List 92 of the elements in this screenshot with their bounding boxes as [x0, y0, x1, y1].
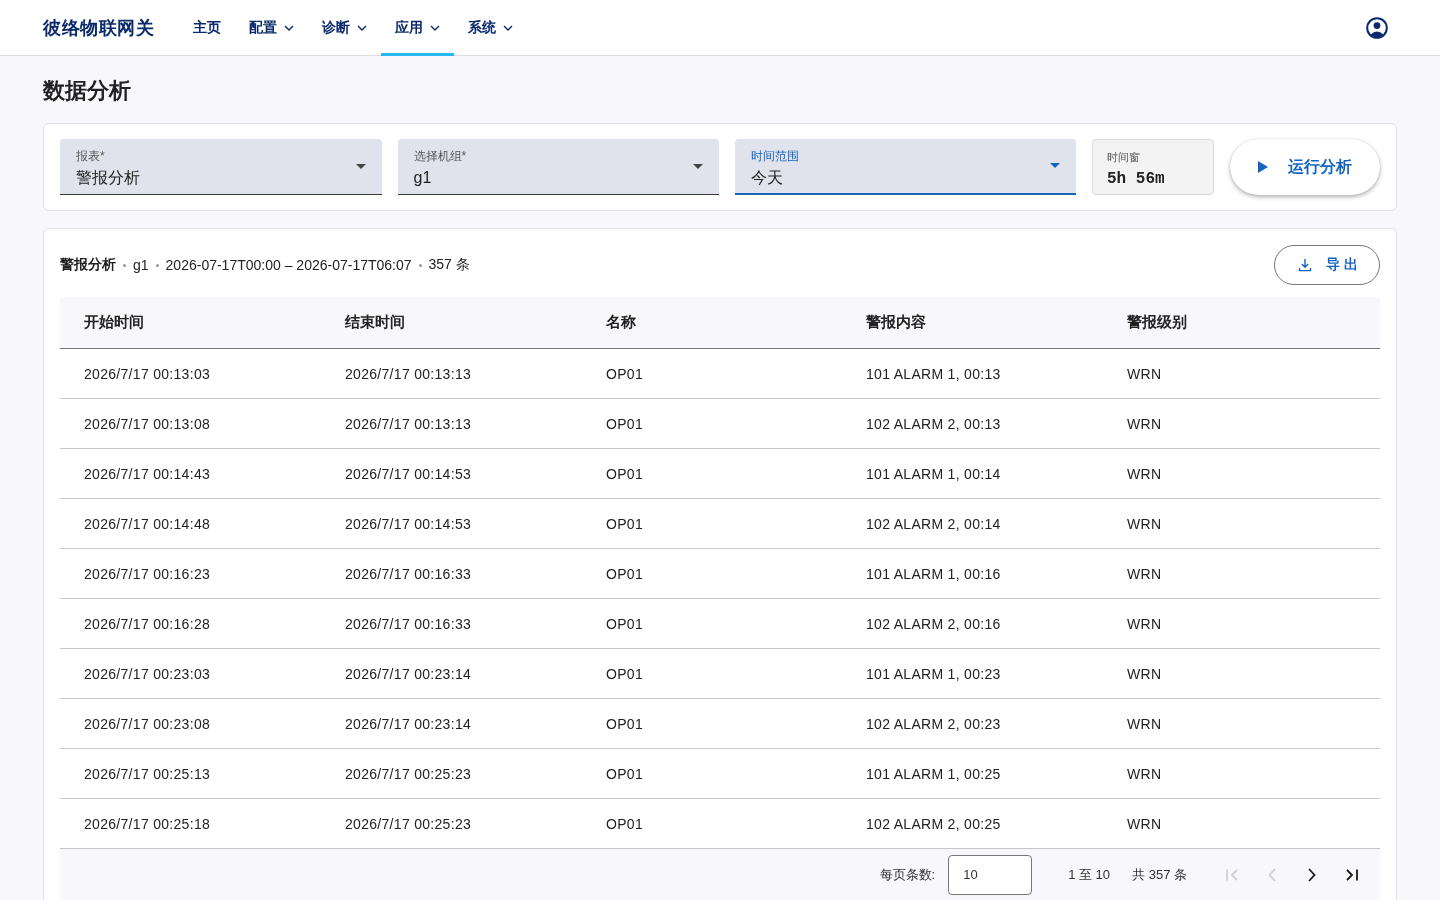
table-cell-text: 2026/7/17 00:23:08 [83, 715, 212, 732]
table-cell-text: 2026/7/17 00:14:53 [344, 465, 473, 482]
page-size-select[interactable]: 10 [948, 854, 1033, 895]
page-title: 数据分析 [43, 77, 132, 105]
table-cell-text: WRN [1126, 565, 1163, 582]
table-cell-text: 2026/7/17 00:14:53 [344, 515, 473, 532]
field-value: 今天 [751, 167, 785, 188]
column-header: 名称 [605, 313, 637, 332]
group-name: g1 [133, 257, 149, 273]
table-cell-text: 2026/7/17 00:13:13 [344, 365, 473, 382]
table-cell-text: 101 ALARM 1, 00:23 [865, 665, 1002, 682]
play-icon [1258, 161, 1268, 173]
field-label: 时间窗 [1107, 150, 1141, 165]
table-cell-text: 2026/7/17 00:25:13 [83, 765, 212, 782]
table-cell-text: 102 ALARM 2, 00:16 [865, 615, 1002, 632]
table-cell-text: 101 ALARM 1, 00:16 [865, 565, 1002, 582]
table-cell-text: OP01 [605, 415, 644, 432]
table-cell-text: 2026/7/17 00:16:33 [344, 615, 473, 632]
field-value: 5h 56m [1107, 169, 1166, 190]
nav-menu-item[interactable]: 应用 [381, 0, 454, 56]
table-cell-text: 102 ALARM 2, 00:25 [865, 815, 1002, 832]
total-count: 共 357 条 [1132, 865, 1187, 884]
table-cell-text: 102 ALARM 2, 00:14 [865, 515, 1002, 532]
report-name: 警报分析 [60, 256, 116, 274]
table-cell-text: 2026/7/17 00:23:14 [344, 665, 473, 682]
table-cell-text: 102 ALARM 2, 00:13 [865, 415, 1002, 432]
table-cell-text: OP01 [605, 565, 644, 582]
table-cell-text: OP01 [605, 815, 644, 832]
table-cell-text: OP01 [605, 365, 644, 382]
table-cell-text: WRN [1126, 615, 1163, 632]
separator-dot-icon [155, 263, 159, 267]
table-cell-text: OP01 [605, 765, 644, 782]
table-cell-text: 2026/7/17 00:14:48 [83, 515, 212, 532]
table-cell-text: 101 ALARM 1, 00:13 [865, 365, 1002, 382]
table-cell-text: 101 ALARM 1, 00:14 [865, 465, 1002, 482]
page-size-label: 每页条数: [879, 865, 936, 884]
column-header: 结束时间 [344, 313, 406, 332]
table-cell-text: WRN [1126, 815, 1163, 832]
user-account-icon[interactable] [1366, 16, 1388, 39]
nav-menu-item[interactable]: 诊断 [308, 0, 381, 56]
table-cell-text: 2026/7/17 00:23:03 [83, 665, 212, 682]
field-label: 选择机组* [413, 148, 468, 164]
dropdown-arrow-icon [693, 163, 704, 169]
table-cell-text: 101 ALARM 1, 00:25 [865, 765, 1002, 782]
table-cell-text: 2026/7/17 00:13:13 [344, 415, 473, 432]
select-field[interactable]: 报表* 警报分析 [60, 139, 382, 195]
table-cell-text: 2026/7/17 00:25:18 [83, 815, 212, 832]
run-analysis-button[interactable]: 运行分析 [1230, 139, 1380, 195]
table-cell-text: 2026/7/17 00:16:28 [83, 615, 212, 632]
table-cell-text: WRN [1126, 665, 1163, 682]
table-cell-text: WRN [1126, 715, 1163, 732]
dropdown-arrow-icon [355, 163, 366, 169]
table-cell-text: 2026/7/17 00:14:43 [83, 465, 212, 482]
column-header: 警报级别 [1126, 313, 1188, 332]
time-range: 2026-07-17T00:00 – 2026-07-17T06:07 [165, 257, 412, 273]
dropdown-arrow-icon [1050, 163, 1060, 168]
table-cell-text: 2026/7/17 00:25:23 [344, 815, 473, 832]
table-cell-text: OP01 [605, 465, 644, 482]
field-value: 警报分析 [76, 168, 141, 188]
field-value: g1 [413, 168, 433, 188]
table-cell-text: 2026/7/17 00:23:14 [344, 715, 473, 732]
column-header: 警报内容 [865, 313, 927, 332]
table-cell-text: OP01 [605, 515, 644, 532]
field-label: 报表* [76, 148, 106, 164]
separator-dot-icon [418, 263, 422, 267]
select-field[interactable]: 时间范围 今天 [735, 139, 1076, 195]
table-cell-text: OP01 [605, 715, 644, 732]
separator-dot-icon [123, 263, 126, 267]
page-range: 1 至 10 [1068, 865, 1111, 884]
download-icon [1298, 258, 1312, 272]
table-cell-text: WRN [1126, 765, 1163, 782]
table-cell-text: 2026/7/17 00:13:08 [83, 415, 212, 432]
table-cell-text: WRN [1126, 415, 1163, 432]
table-cell-text: OP01 [605, 665, 644, 682]
nav-menu-item[interactable]: 系统 [454, 0, 527, 56]
table-cell-text: WRN [1126, 365, 1163, 382]
select-field[interactable]: 选择机组* g1 [397, 139, 720, 195]
table-cell-text: 2026/7/17 00:16:23 [83, 565, 212, 582]
record-count: 357 条 [428, 256, 470, 274]
table-cell-text: OP01 [605, 615, 644, 632]
table-cell-text: 102 ALARM 2, 00:23 [865, 715, 1002, 732]
table-cell-text: WRN [1126, 515, 1163, 532]
table-cell-text: 2026/7/17 00:13:03 [83, 365, 212, 382]
nav-menu-item[interactable]: 主页 [179, 0, 235, 56]
table-cell-text: WRN [1126, 465, 1163, 482]
export-button[interactable]: 导出 [1274, 245, 1380, 285]
table-cell-text: 2026/7/17 00:16:33 [344, 565, 473, 582]
table-cell-text: 2026/7/17 00:25:23 [344, 765, 473, 782]
brand-title: 彼络物联网关 [43, 16, 154, 40]
nav-menu-item[interactable]: 配置 [235, 0, 308, 56]
column-header: 开始时间 [83, 313, 145, 332]
field-label: 时间范围 [751, 147, 801, 164]
